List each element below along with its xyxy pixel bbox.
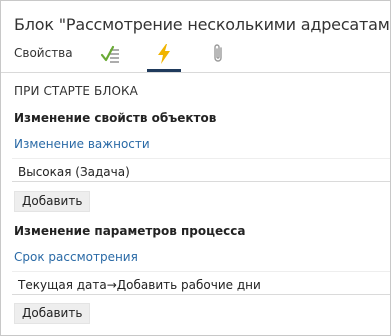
paperclip-icon <box>214 44 222 62</box>
block-properties-panel: Блок "Рассмотрение несколькими адресатам… <box>0 0 391 336</box>
tab-attachments[interactable] <box>201 39 235 73</box>
lightning-icon <box>158 44 170 64</box>
section-title: ПРИ СТАРТЕ БЛОКА <box>14 84 138 98</box>
value-deadline[interactable]: Текущая дата→Добавить рабочие дни <box>12 271 390 295</box>
link-change-importance[interactable]: Изменение важности <box>14 137 150 151</box>
active-tab-indicator <box>147 69 181 72</box>
group-title-process-params: Изменение параметров процесса <box>14 224 246 238</box>
add-button-object-properties[interactable]: Добавить <box>14 191 91 212</box>
tab-bar: Свойства <box>1 39 390 73</box>
checklist-icon <box>100 45 119 63</box>
panel-title: Блок "Рассмотрение несколькими адресатам… <box>14 15 389 34</box>
tab-properties-label: Свойства <box>14 46 73 60</box>
tab-checklist[interactable] <box>93 39 129 73</box>
add-button-process-params[interactable]: Добавить <box>14 303 91 324</box>
group-title-object-properties: Изменение свойств объектов <box>14 111 217 125</box>
tab-events[interactable] <box>147 39 181 73</box>
value-importance[interactable]: Высокая (Задача) <box>12 158 390 182</box>
link-review-deadline[interactable]: Срок рассмотрения <box>14 250 138 264</box>
tab-properties[interactable]: Свойства <box>1 39 81 73</box>
